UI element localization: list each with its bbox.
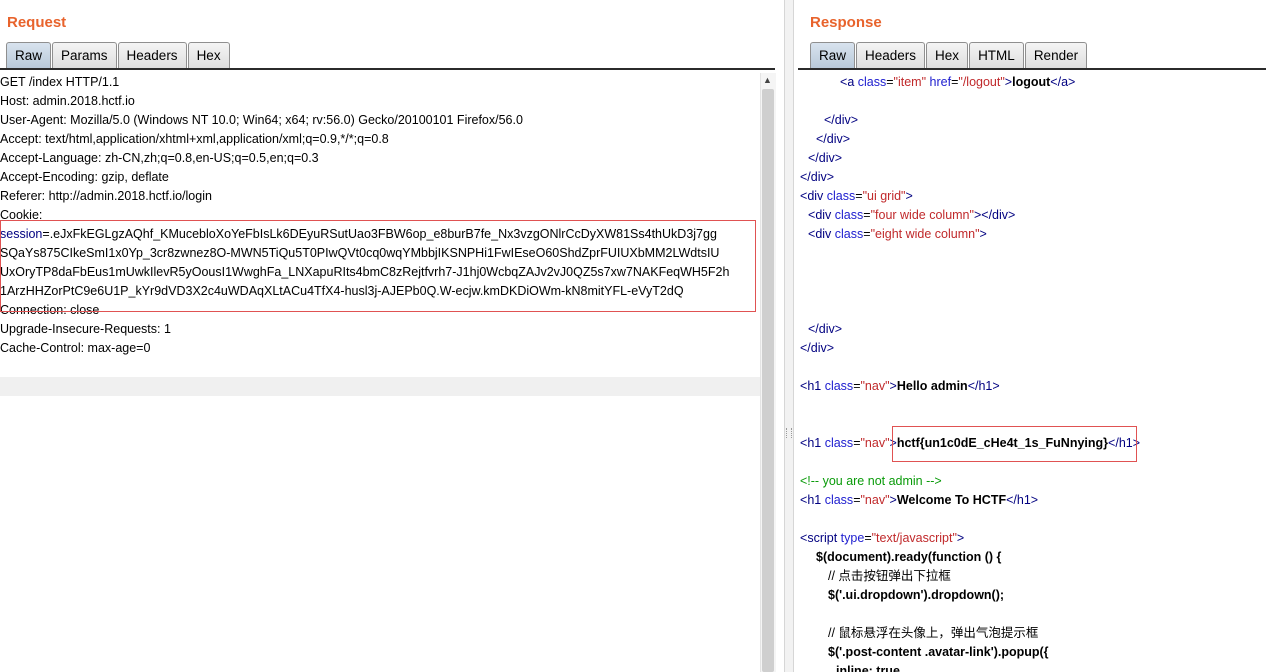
- accept-language-header: Accept-Language: zh-CN,zh;q=0.8,en-US;q=…: [0, 151, 319, 165]
- host-header: Host: admin.2018.hctf.io: [0, 94, 135, 108]
- tab-divider: [0, 68, 775, 70]
- response-editor[interactable]: <a class="item" href="/logout">logout</a…: [800, 73, 1264, 672]
- request-title: Request: [7, 14, 67, 31]
- accept-header: Accept: text/html,application/xhtml+xml,…: [0, 132, 389, 146]
- accept-encoding-header: Accept-Encoding: gzip, deflate: [0, 170, 169, 184]
- html-comment: <!-- you are not admin -->: [800, 474, 942, 488]
- pane-splitter[interactable]: [784, 0, 794, 672]
- current-line-highlight: [0, 377, 760, 396]
- code-line: </div>: [800, 341, 835, 355]
- tab-html[interactable]: HTML: [969, 42, 1024, 68]
- cache-control-header: Cache-Control: max-age=0: [0, 341, 151, 355]
- session-highlight-box: [0, 220, 756, 312]
- code-line: </div>: [816, 132, 851, 146]
- scroll-thumb[interactable]: [762, 89, 774, 672]
- code-line: </div>: [824, 113, 859, 127]
- js-line: $(document).ready(function () {: [816, 550, 1002, 564]
- js-line: $('.ui.dropdown').dropdown();: [828, 588, 1005, 602]
- code-line: <h1 class="nav">Welcome To HCTF</h1>: [800, 493, 1039, 507]
- code-line: </div>: [800, 170, 835, 184]
- js-comment: // 鼠标悬浮在头像上，弹出气泡提示框: [828, 626, 1039, 640]
- code-line: </div>: [808, 151, 843, 165]
- tab-hex[interactable]: Hex: [926, 42, 969, 68]
- response-title: Response: [810, 14, 882, 31]
- js-line: inline: true,: [836, 664, 904, 672]
- request-editor[interactable]: GET /index HTTP/1.1 Host: admin.2018.hct…: [0, 73, 760, 672]
- grip-icon: [786, 428, 792, 438]
- code-line: <div class="ui grid">: [800, 189, 913, 203]
- referer-header: Referer: http://admin.2018.hctf.io/login: [0, 189, 212, 203]
- scroll-up-icon[interactable]: ▲: [763, 75, 772, 85]
- upgrade-insecure-header: Upgrade-Insecure-Requests: 1: [0, 322, 171, 336]
- js-comment: // 点击按钮弹出下拉框: [828, 569, 951, 583]
- tab-headers[interactable]: Headers: [856, 42, 926, 68]
- request-line: GET /index HTTP/1.1: [0, 75, 120, 89]
- tab-raw[interactable]: Raw: [6, 42, 52, 68]
- tab-hex[interactable]: Hex: [187, 42, 230, 68]
- code-line: <h1 class="nav">Hello admin</h1>: [800, 379, 1000, 393]
- code-line: <script type="text/javascript">: [800, 531, 965, 545]
- tab-raw[interactable]: Raw: [810, 42, 856, 68]
- code-line: <div class="four wide column"></div>: [808, 208, 1016, 222]
- user-agent-header: User-Agent: Mozilla/5.0 (Windows NT 10.0…: [0, 113, 523, 127]
- code-line: <div class="eight wide column">: [808, 227, 987, 241]
- response-tabs: Raw Headers Hex HTML Render: [810, 42, 1088, 68]
- flag-highlight-box: [892, 426, 1137, 462]
- request-scrollbar[interactable]: ▲: [760, 73, 776, 672]
- code-line: </div>: [808, 322, 843, 336]
- hello-admin-text: Hello admin: [896, 379, 968, 393]
- response-pane: Response Raw Headers Hex HTML Render <a …: [798, 0, 1266, 672]
- request-pane: Request Raw Params Headers Hex GET /inde…: [0, 0, 776, 672]
- request-tabs: Raw Params Headers Hex: [6, 42, 231, 68]
- tab-divider: [798, 68, 1266, 70]
- tab-headers[interactable]: Headers: [117, 42, 187, 68]
- tab-params[interactable]: Params: [52, 42, 117, 68]
- tab-render[interactable]: Render: [1024, 42, 1088, 68]
- welcome-text: Welcome To HCTF: [896, 493, 1007, 507]
- js-line: $('.post-content .avatar-link').popup({: [828, 645, 1049, 659]
- code-line: <a class="item" href="/logout">logout</a…: [840, 75, 1076, 89]
